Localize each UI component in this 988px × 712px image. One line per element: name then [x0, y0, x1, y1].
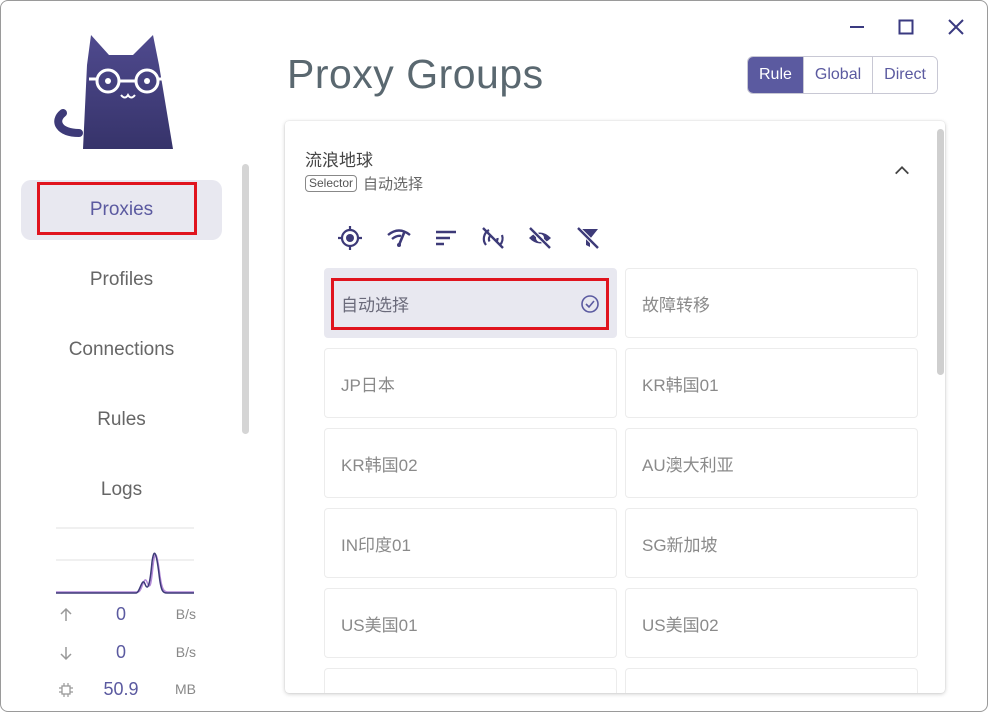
eye-off-icon — [528, 226, 552, 250]
mode-rule-button[interactable]: Rule — [748, 57, 803, 93]
proxy-name: IN印度01 — [341, 535, 411, 555]
cat-logo — [54, 35, 173, 149]
sort-button[interactable] — [431, 223, 461, 253]
proxy-item[interactable]: SG新加坡 — [625, 508, 918, 578]
proxy-name: JP日本 — [341, 375, 395, 395]
upload-value: 0 — [115, 604, 126, 624]
delay-toggle-button[interactable] — [478, 223, 508, 253]
proxy-name: 自动选择 — [341, 295, 409, 315]
sidebar-item-label: Logs — [100, 479, 143, 500]
proxy-item-selected[interactable]: 自动选择 — [324, 268, 617, 338]
filter-off-button[interactable] — [573, 223, 603, 253]
sidebar-item-logs[interactable]: Logs — [21, 460, 222, 520]
sidebar-item-label: Profiles — [89, 269, 154, 290]
upload-unit: B/s — [175, 606, 196, 622]
memory-value: 50.9 — [103, 679, 139, 699]
app-window: Proxies Profiles Connections Rules Logs … — [0, 0, 988, 712]
maximize-button[interactable] — [890, 11, 922, 43]
minimize-icon — [850, 26, 864, 28]
sidebar-scrollbar[interactable] — [242, 164, 249, 434]
group-current-proxy: 自动选择 — [363, 176, 424, 193]
proxy-item[interactable]: IN印度01 — [324, 508, 617, 578]
delay-test-button[interactable] — [384, 223, 414, 253]
proxy-item[interactable]: US美国01 — [324, 588, 617, 658]
proxy-item[interactable]: AU澳大利亚 — [625, 428, 918, 498]
group-name: 流浪地球 — [305, 151, 373, 170]
upload-stat: 0 B/s — [56, 604, 196, 626]
wifi-tethering-off-icon — [482, 227, 504, 249]
proxy-name: AU澳大利亚 — [642, 455, 734, 475]
maximize-icon — [898, 19, 914, 35]
sidebar-item-label: Connections — [68, 339, 175, 360]
mode-global-button[interactable]: Global — [802, 57, 873, 93]
minimize-button[interactable] — [841, 11, 873, 43]
proxy-item[interactable]: US美国02 — [625, 588, 918, 658]
sidebar-item-profiles[interactable]: Profiles — [21, 250, 222, 310]
proxy-group-card: 流浪地球 Selector 自动选择 自动选择 故障转移 JP日本 KR韩国01… — [285, 121, 945, 693]
memory-unit: MB — [175, 681, 196, 697]
arrow-up-icon — [60, 607, 72, 621]
memory-stat: 50.9 MB — [56, 679, 196, 701]
close-icon — [948, 19, 964, 35]
network-check-icon — [387, 229, 411, 247]
sidebar-item-label: Rules — [97, 409, 146, 430]
locate-button[interactable] — [335, 223, 365, 253]
sort-icon — [436, 230, 456, 246]
proxy-name: US美国02 — [642, 615, 719, 635]
proxy-item-partial[interactable] — [625, 668, 918, 693]
sidebar-item-label: Proxies — [89, 199, 154, 220]
arrow-down-icon — [60, 647, 72, 661]
proxy-name: 故障转移 — [642, 295, 710, 315]
sidebar-item-proxies[interactable]: Proxies — [21, 180, 222, 240]
download-value: 0 — [115, 642, 126, 662]
group-type-badge: Selector — [305, 175, 358, 192]
filter-off-icon — [576, 226, 600, 250]
proxy-name: US美国01 — [341, 615, 418, 635]
locate-icon — [338, 226, 362, 250]
collapse-button[interactable] — [887, 155, 917, 185]
proxy-item[interactable]: KR韩国02 — [324, 428, 617, 498]
proxy-item[interactable]: 故障转移 — [625, 268, 918, 338]
close-button[interactable] — [940, 11, 972, 43]
sidebar-item-rules[interactable]: Rules — [21, 390, 222, 450]
group-subtitle: Selector 自动选择 — [305, 173, 423, 194]
mode-toggle-group: Rule Global Direct — [747, 56, 938, 94]
check-circle-icon — [581, 295, 599, 313]
card-scrollbar[interactable] — [937, 129, 944, 375]
proxy-item-partial[interactable] — [324, 668, 617, 693]
mode-direct-button[interactable]: Direct — [872, 57, 937, 93]
proxy-item[interactable]: JP日本 — [324, 348, 617, 418]
page-title: Proxy Groups — [287, 51, 544, 97]
download-unit: B/s — [175, 644, 196, 660]
download-stat: 0 B/s — [56, 642, 196, 664]
hide-unavailable-button[interactable] — [525, 223, 555, 253]
sidebar-item-connections[interactable]: Connections — [21, 320, 222, 380]
memory-chip-icon — [59, 683, 73, 697]
proxy-name: KR韩国02 — [341, 455, 418, 475]
traffic-graph — [56, 527, 194, 594]
chevron-up-icon — [895, 166, 909, 175]
proxy-name: KR韩国01 — [642, 375, 719, 395]
proxy-item[interactable]: KR韩国01 — [625, 348, 918, 418]
proxy-name: SG新加坡 — [642, 535, 718, 555]
